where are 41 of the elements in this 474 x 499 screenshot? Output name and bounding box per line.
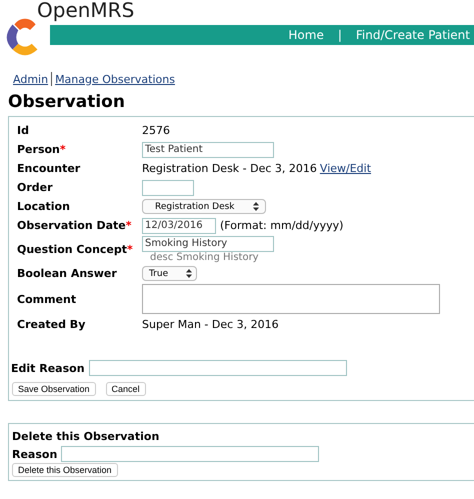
form-button[interactable]: Save Observation	[12, 382, 96, 396]
stepper-icon	[186, 269, 192, 278]
field-label: Id	[17, 124, 29, 137]
breadcrumb-link[interactable]: Admin	[13, 72, 48, 86]
input-field[interactable]: Smoking History	[142, 236, 274, 252]
field-label: Created By	[17, 318, 86, 331]
page-title: Observation	[8, 92, 126, 112]
field-label: Encounter	[17, 162, 80, 175]
field-label: Location	[17, 200, 70, 213]
field-label: Boolean Answer	[17, 267, 117, 280]
field-label: Question Concept	[17, 243, 128, 256]
stepper-icon	[252, 202, 259, 211]
input-field[interactable]	[61, 446, 320, 462]
input-field[interactable]	[88, 360, 347, 376]
field-label: Order	[17, 181, 53, 194]
logo-text: OpenMRS	[37, 0, 134, 22]
field-value: Registration Desk - Dec 3, 2016	[142, 162, 317, 175]
input-field[interactable]: 12/03/2016	[142, 218, 216, 234]
dropdown[interactable]: True	[142, 266, 198, 281]
input-field[interactable]	[142, 180, 194, 196]
field-label: Comment	[17, 292, 76, 306]
view-edit-link[interactable]: View/Edit	[320, 162, 372, 175]
required-mark: *	[127, 243, 133, 256]
field-label: Person	[17, 143, 60, 156]
edit-reason-label: Edit Reason	[11, 362, 85, 374]
field-value: Super Man - Dec 3, 2016	[142, 318, 279, 331]
delete-button[interactable]: Delete this Observation	[12, 463, 118, 477]
dropdown[interactable]: Registration Desk	[142, 199, 266, 214]
nav-separator: |	[338, 28, 342, 42]
field-label: Observation Date	[17, 219, 126, 232]
reason-label: Reason	[12, 448, 58, 460]
breadcrumb-link[interactable]: Manage Observations	[55, 72, 175, 86]
required-mark: *	[60, 143, 66, 156]
field-value: 2576	[142, 124, 170, 137]
form-button[interactable]: Cancel	[106, 382, 146, 396]
required-mark: *	[126, 219, 132, 232]
concept-description: desc Smoking History	[149, 252, 260, 263]
format-hint: (Format: mm/dd/yyyy)	[220, 219, 344, 232]
input-field[interactable]: Test Patient	[142, 142, 274, 158]
section-title: Delete this Observation	[12, 430, 160, 443]
comment-field[interactable]	[142, 284, 440, 314]
